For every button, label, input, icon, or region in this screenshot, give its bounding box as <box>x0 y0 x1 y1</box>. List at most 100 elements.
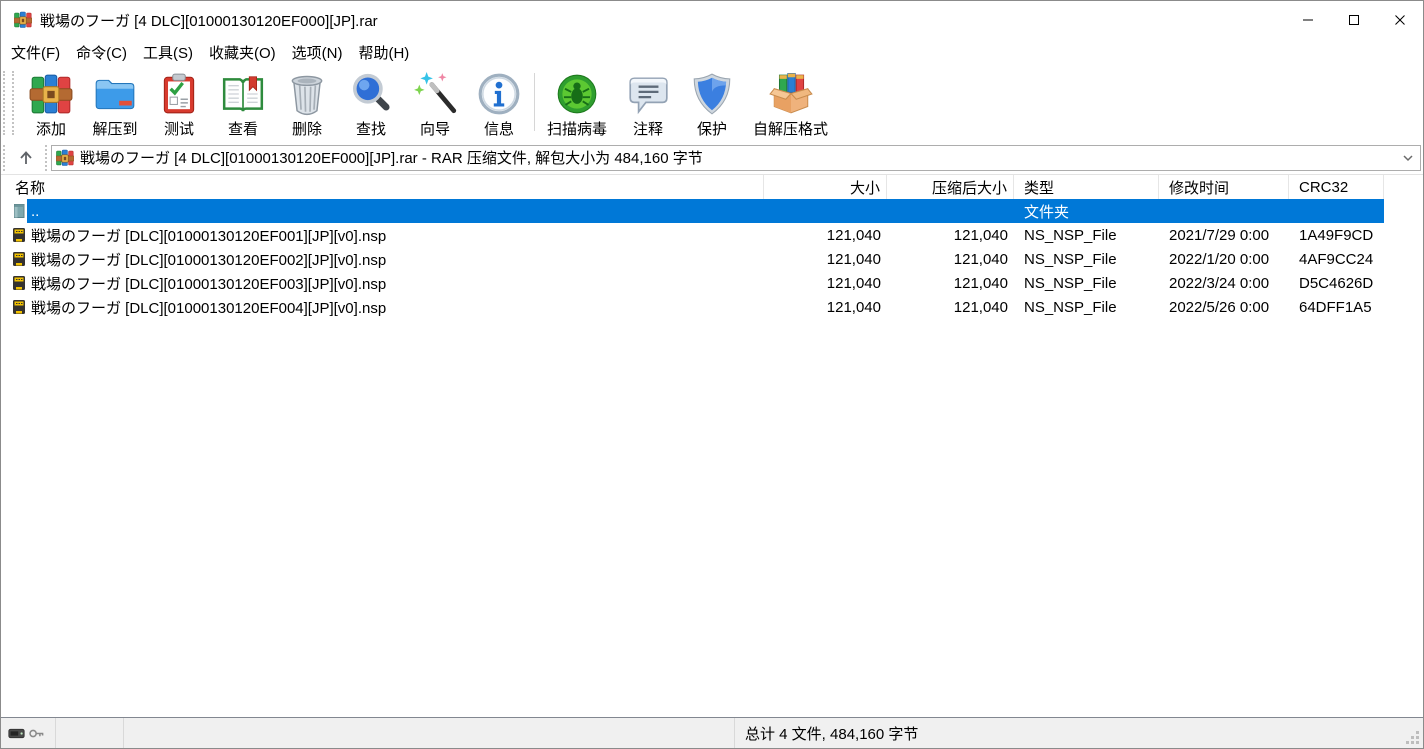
comment-label: 注释 <box>633 118 663 139</box>
column-header-size[interactable]: 大小 <box>764 175 887 199</box>
column-header-crc32[interactable]: CRC32 <box>1289 175 1384 199</box>
parent-directory-row[interactable]: .. 文件夹 <box>1 199 1423 223</box>
file-row[interactable]: 戦場のフーガ [DLC][01000130120EF002][JP][v0].n… <box>1 247 1423 271</box>
archive-path-combobox[interactable]: 戦場のフーガ [4 DLC][01000130120EF000][JP].rar… <box>51 145 1421 171</box>
close-icon <box>1394 14 1406 26</box>
close-button[interactable] <box>1377 1 1423 39</box>
row-size <box>764 199 887 223</box>
virus-scan-button[interactable]: 扫描病毒 <box>538 69 616 141</box>
row-packed: 121,040 <box>887 223 1014 247</box>
row-modified: 2022/1/20 0:00 <box>1159 247 1289 271</box>
archive-path-text: 戦場のフーガ [4 DLC][01000130120EF000][JP].rar… <box>80 147 1396 168</box>
protect-button[interactable]: 保护 <box>680 69 744 141</box>
nsp-file-icon <box>1 223 27 247</box>
up-directory-button[interactable] <box>11 144 41 172</box>
sfx-icon <box>768 71 814 117</box>
file-row[interactable]: 戦場のフーガ [DLC][01000130120EF001][JP][v0].n… <box>1 223 1423 247</box>
extract-to-icon <box>92 71 138 117</box>
wizard-icon <box>412 71 458 117</box>
file-row[interactable]: 戦場のフーガ [DLC][01000130120EF004][JP][v0].n… <box>1 295 1423 319</box>
find-icon <box>348 71 394 117</box>
status-pane-middle <box>124 718 735 748</box>
column-header-type[interactable]: 类型 <box>1014 175 1159 199</box>
row-packed: 121,040 <box>887 271 1014 295</box>
test-archive-icon <box>156 71 202 117</box>
comment-icon <box>625 71 671 117</box>
extract-to-button[interactable]: 解压到 <box>83 69 147 141</box>
winrar-archive-icon <box>56 149 74 167</box>
window-title: 戦場のフーガ [4 DLC][01000130120EF000][JP].rar <box>40 10 1285 31</box>
status-bar: 总计 4 文件, 484,160 字节 <box>1 717 1423 748</box>
up-arrow-icon <box>17 149 35 167</box>
row-packed: 121,040 <box>887 295 1014 319</box>
wizard-button[interactable]: 向导 <box>403 69 467 141</box>
file-row[interactable]: 戦場のフーガ [DLC][01000130120EF003][JP][v0].n… <box>1 271 1423 295</box>
toolbar-separator <box>534 73 535 131</box>
chevron-down-icon[interactable] <box>1400 150 1416 166</box>
key-icon[interactable] <box>28 727 45 740</box>
row-modified: 2022/5/26 0:00 <box>1159 295 1289 319</box>
protect-icon <box>689 71 735 117</box>
toolbar-drag-handle-2[interactable] <box>12 71 17 135</box>
delete-label: 删除 <box>292 118 322 139</box>
row-type: NS_NSP_File <box>1014 247 1159 271</box>
menu-tools[interactable]: 工具(S) <box>135 39 201 66</box>
row-modified: 2022/3/24 0:00 <box>1159 271 1289 295</box>
row-modified: 2021/7/29 0:00 <box>1159 223 1289 247</box>
drive-icon[interactable] <box>8 727 25 740</box>
nsp-file-icon <box>1 295 27 319</box>
row-crc32 <box>1289 199 1384 223</box>
file-list-empty-area[interactable] <box>1 319 1423 717</box>
test-label: 测试 <box>164 118 194 139</box>
status-icons-pane <box>1 718 56 748</box>
row-crc32: 64DFF1A5 <box>1289 295 1384 319</box>
menu-commands[interactable]: 命令(C) <box>68 39 135 66</box>
nsp-file-icon <box>1 247 27 271</box>
toolbar-drag-handle[interactable] <box>3 71 8 135</box>
column-header-packed-size[interactable]: 压缩后大小 <box>887 175 1014 199</box>
add-label: 添加 <box>36 118 66 139</box>
row-size: 121,040 <box>764 295 887 319</box>
row-name: 戦場のフーガ [DLC][01000130120EF003][JP][v0].n… <box>27 271 764 295</box>
title-bar: 戦場のフーガ [4 DLC][01000130120EF000][JP].rar <box>1 1 1423 39</box>
delete-button[interactable]: 删除 <box>275 69 339 141</box>
menu-help[interactable]: 帮助(H) <box>350 39 417 66</box>
minimize-button[interactable] <box>1285 1 1331 39</box>
view-label: 查看 <box>228 118 258 139</box>
row-size: 121,040 <box>764 247 887 271</box>
sfx-label: 自解压格式 <box>753 118 828 139</box>
menu-favorites[interactable]: 收藏夹(O) <box>201 39 284 66</box>
find-button[interactable]: 查找 <box>339 69 403 141</box>
view-button[interactable]: 查看 <box>211 69 275 141</box>
row-modified <box>1159 199 1289 223</box>
maximize-icon <box>1348 14 1360 26</box>
row-crc32: 4AF9CC24 <box>1289 247 1384 271</box>
row-type: NS_NSP_File <box>1014 271 1159 295</box>
row-crc32: 1A49F9CD <box>1289 223 1384 247</box>
row-size: 121,040 <box>764 223 887 247</box>
add-button[interactable]: 添加 <box>19 69 83 141</box>
row-name: 戦場のフーガ [DLC][01000130120EF002][JP][v0].n… <box>27 247 764 271</box>
column-header-modified[interactable]: 修改时间 <box>1159 175 1289 199</box>
address-drag-handle[interactable] <box>3 145 9 171</box>
extract-to-label: 解压到 <box>92 118 137 139</box>
menu-file[interactable]: 文件(F) <box>3 39 68 66</box>
menu-bar: 文件(F) 命令(C) 工具(S) 收藏夹(O) 选项(N) 帮助(H) <box>1 39 1423 65</box>
status-total-text: 总计 4 文件, 484,160 字节 <box>735 723 918 744</box>
resize-grip[interactable] <box>1404 729 1421 746</box>
wizard-label: 向导 <box>420 118 450 139</box>
info-button[interactable]: 信息 <box>467 69 531 141</box>
winrar-app-icon <box>14 11 32 29</box>
column-header-row: 名称 大小 压缩后大小 类型 修改时间 CRC32 <box>1 175 1423 199</box>
column-header-name[interactable]: 名称 <box>1 175 764 199</box>
comment-button[interactable]: 注释 <box>616 69 680 141</box>
test-button[interactable]: 测试 <box>147 69 211 141</box>
virus-scan-label: 扫描病毒 <box>547 118 607 139</box>
row-crc32: D5C4626D <box>1289 271 1384 295</box>
maximize-button[interactable] <box>1331 1 1377 39</box>
menu-options[interactable]: 选项(N) <box>284 39 351 66</box>
row-packed: 121,040 <box>887 247 1014 271</box>
sfx-button[interactable]: 自解压格式 <box>744 69 837 141</box>
row-type: 文件夹 <box>1014 199 1159 223</box>
folder-up-icon <box>1 199 27 223</box>
